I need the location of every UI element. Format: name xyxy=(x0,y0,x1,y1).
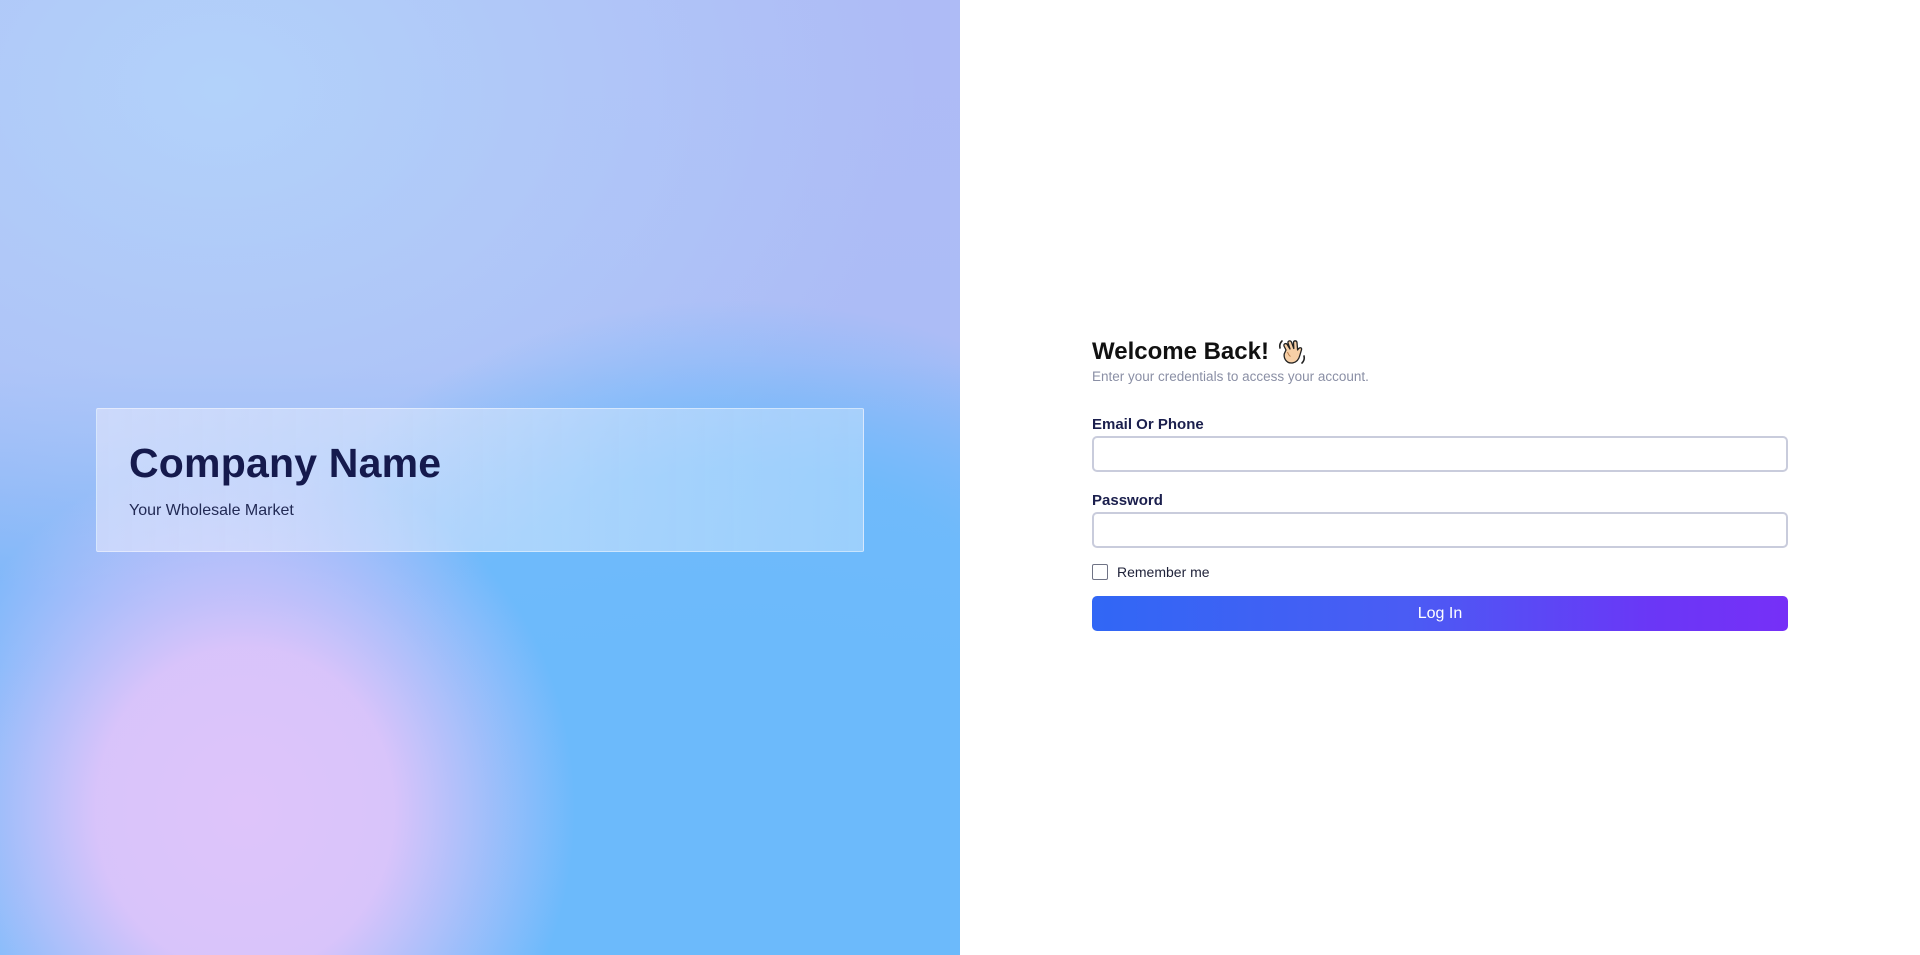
waving-hand-icon xyxy=(1277,337,1307,367)
password-input[interactable] xyxy=(1092,512,1788,548)
welcome-title: Welcome Back! xyxy=(1092,338,1269,365)
email-field-group: Email Or Phone xyxy=(1092,416,1788,472)
brand-panel: Company Name Your Wholesale Market xyxy=(0,0,960,955)
remember-me-row: Remember me xyxy=(1092,564,1788,580)
password-field-group: Password xyxy=(1092,492,1788,548)
login-panel: Welcome Back! Enter your credentials to … xyxy=(960,0,1920,955)
company-name: Company Name xyxy=(129,440,442,486)
remember-me-checkbox[interactable] xyxy=(1092,564,1108,580)
brand-card: Company Name Your Wholesale Market xyxy=(96,408,864,552)
email-label: Email Or Phone xyxy=(1092,416,1204,433)
login-page: Company Name Your Wholesale Market Welco… xyxy=(0,0,1920,955)
remember-me-label[interactable]: Remember me xyxy=(1117,564,1210,580)
welcome-subtitle: Enter your credentials to access your ac… xyxy=(1092,369,1369,384)
login-form: Welcome Back! Enter your credentials to … xyxy=(1092,337,1788,631)
password-label: Password xyxy=(1092,492,1163,509)
welcome-header: Welcome Back! xyxy=(1092,337,1788,367)
login-button[interactable]: Log In xyxy=(1092,596,1788,631)
email-or-phone-input[interactable] xyxy=(1092,436,1788,472)
company-tagline: Your Wholesale Market xyxy=(129,502,294,520)
